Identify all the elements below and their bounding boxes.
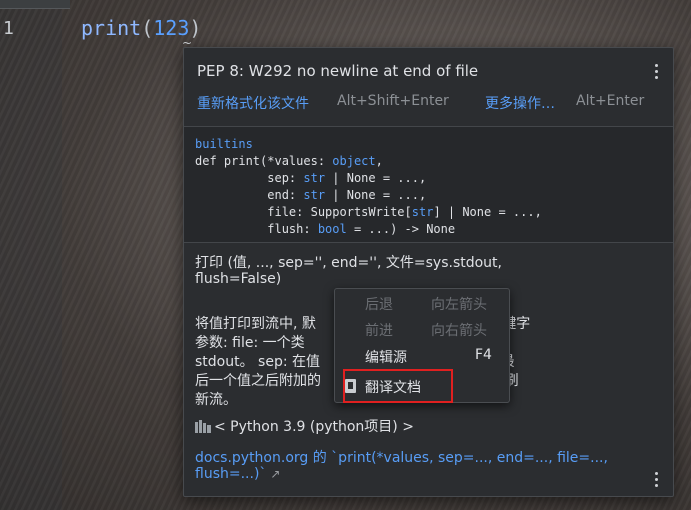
doc-more-options-icon[interactable] bbox=[655, 472, 659, 488]
signature-type-link[interactable]: object bbox=[332, 154, 375, 168]
more-actions-link[interactable]: 更多操作… bbox=[485, 93, 555, 113]
code-function-name[interactable]: print bbox=[81, 16, 141, 40]
documentation-popup: PEP 8: W292 no newline at end of file 重新… bbox=[183, 47, 674, 497]
external-docs-link-text[interactable]: flush=...)` bbox=[195, 466, 266, 482]
signature-line: flush: bool = ...) -> None bbox=[195, 222, 455, 236]
menu-item-forward[interactable]: 前进 向右箭头 bbox=[335, 316, 509, 342]
signature-type-link[interactable]: bool bbox=[318, 222, 347, 236]
more-actions-shortcut: Alt+Enter bbox=[576, 93, 645, 109]
external-docs-link-cont[interactable]: flush=...)` ↗ bbox=[195, 466, 280, 482]
warning-title: PEP 8: W292 no newline at end of file bbox=[197, 62, 479, 80]
doc-summary-line: flush=False) bbox=[195, 271, 282, 287]
signature-text: , bbox=[375, 154, 383, 168]
external-link-icon: ↗ bbox=[270, 467, 281, 481]
warning-more-options-icon[interactable] bbox=[655, 64, 659, 80]
signature-type-link[interactable]: str bbox=[412, 205, 434, 219]
signature-line: end: str | None = ..., bbox=[195, 188, 426, 202]
signature-type-link[interactable]: str bbox=[303, 171, 325, 185]
doc-summary-line: 打印 (值, ..., sep='', end='', 文件=sys.stdou… bbox=[195, 255, 502, 271]
signature-text: | None = ..., bbox=[325, 188, 427, 202]
signature-text: ] | None = ..., bbox=[433, 205, 542, 219]
annotation-highlight-box bbox=[343, 369, 453, 403]
external-docs-link[interactable]: docs.python.org 的 `print(*values, sep=..… bbox=[195, 447, 608, 467]
reformat-file-link[interactable]: 重新格式化该文件 bbox=[197, 93, 309, 113]
function-signature: builtins def print(*values: object, sep:… bbox=[184, 127, 673, 243]
signature-text: end: bbox=[195, 188, 304, 202]
line-number: 1 bbox=[3, 18, 14, 39]
signature-line: file: SupportsWrite[str] | None = ..., bbox=[195, 205, 542, 219]
python-env-label[interactable]: < Python 3.9 (python项目) > bbox=[214, 419, 414, 435]
signature-text: file: SupportsWrite[ bbox=[195, 205, 412, 219]
menu-item-shortcut: F4 bbox=[475, 347, 492, 363]
menu-item-edit-source[interactable]: 编辑源 F4 bbox=[335, 343, 509, 369]
menu-item-shortcut: 向右箭头 bbox=[431, 323, 487, 339]
signature-text: def print(*values: bbox=[195, 154, 333, 168]
code-open-paren: ( bbox=[141, 16, 154, 40]
inspection-warning-section: PEP 8: W292 no newline at end of file 重新… bbox=[184, 48, 673, 127]
signature-line: sep: str | None = ..., bbox=[195, 171, 426, 185]
menu-item-shortcut: 向左箭头 bbox=[431, 297, 487, 313]
menu-item-label: 前进 bbox=[365, 323, 393, 339]
signature-text: | None = ..., bbox=[325, 171, 427, 185]
signature-text: sep: bbox=[195, 171, 304, 185]
menu-item-label: 后退 bbox=[365, 297, 393, 313]
signature-line: def print(*values: object, bbox=[195, 154, 383, 168]
menu-item-back[interactable]: 后退 向左箭头 bbox=[335, 290, 509, 316]
signature-type-link[interactable]: str bbox=[303, 188, 325, 202]
reformat-file-shortcut: Alt+Shift+Enter bbox=[337, 93, 449, 109]
menu-item-label: 编辑源 bbox=[365, 350, 407, 366]
library-icon bbox=[195, 420, 211, 433]
doc-body-line: 新流。 bbox=[195, 392, 237, 408]
file-tab[interactable] bbox=[0, 0, 70, 9]
signature-text: flush: bbox=[195, 222, 318, 236]
signature-module-link[interactable]: builtins bbox=[195, 137, 253, 151]
python-sdk-link[interactable]: < Python 3.9 (python项目) > bbox=[195, 416, 414, 436]
signature-text: = ...) -> None bbox=[346, 222, 456, 236]
